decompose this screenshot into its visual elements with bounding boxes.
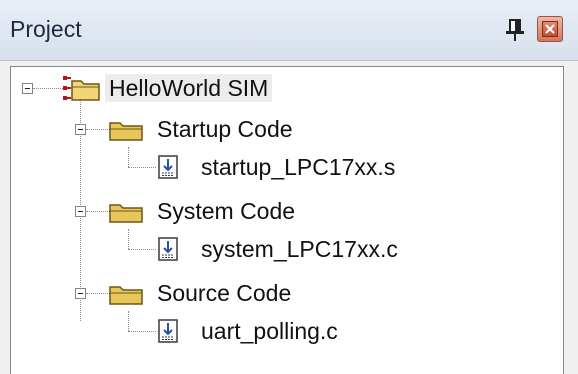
tree-group-label: Source Code	[157, 280, 292, 306]
tree-group-startup-code[interactable]: Startup Code	[11, 111, 293, 147]
tree-file-label: system_LPC17xx.c	[201, 236, 398, 262]
tree-group-label: System Code	[157, 198, 296, 224]
folder-icon	[109, 119, 143, 146]
tree-root-project[interactable]: HelloWorld SIM	[11, 70, 273, 106]
source-file-icon	[158, 155, 178, 184]
tree-file-label: startup_LPC17xx.s	[201, 154, 396, 180]
panel-title: Project	[10, 16, 82, 42]
pin-icon[interactable]	[505, 18, 525, 42]
close-button[interactable]	[537, 16, 563, 42]
source-file-icon	[158, 319, 178, 348]
project-panel: Project HelloWorld SIM Startup Code star…	[0, 0, 578, 374]
tree-group-system-code[interactable]: System Code	[11, 193, 295, 229]
tree-root-label: HelloWorld SIM	[105, 74, 273, 102]
tree-file-startup[interactable]: startup_LPC17xx.s	[11, 149, 395, 185]
tree-file-source[interactable]: uart_polling.c	[11, 313, 338, 349]
source-file-icon	[158, 237, 178, 266]
folder-icon	[109, 283, 143, 310]
project-target-icon	[63, 75, 101, 106]
project-tree: HelloWorld SIM Startup Code startup_LPC1…	[10, 66, 564, 374]
tree-file-label: uart_polling.c	[201, 318, 338, 344]
tree-group-label: Startup Code	[157, 116, 293, 142]
folder-icon	[109, 201, 143, 228]
close-icon	[542, 21, 558, 37]
tree-group-source-code[interactable]: Source Code	[11, 275, 291, 311]
tree-file-system[interactable]: system_LPC17xx.c	[11, 231, 398, 267]
panel-titlebar: Project	[0, 0, 578, 61]
